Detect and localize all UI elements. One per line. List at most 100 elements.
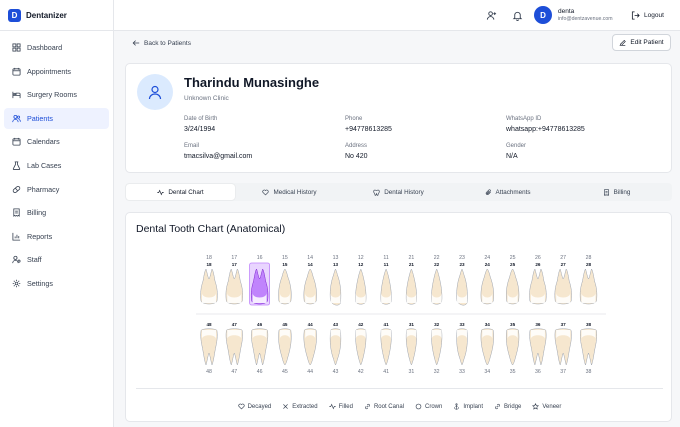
lower-outer-label: 32 [434,369,440,375]
tooth-15[interactable] [278,268,292,305]
upper-inner-label: 26 [535,262,541,267]
pulse-icon [328,403,336,410]
upper-outer-label: 18 [206,255,212,261]
calendar-icon [12,67,21,76]
sidebar-item-label: Reports [27,231,53,241]
whatsapp-label: WhatsApp ID [506,116,542,122]
arrow-left-icon [132,40,140,46]
tooth-36[interactable] [529,328,547,366]
tooth-44[interactable] [303,328,317,366]
upper-outer-label: 17 [231,255,237,261]
tab-billing[interactable]: Billing [562,184,671,200]
lower-inner-label: 32 [434,322,440,327]
tooth-25[interactable] [505,268,520,305]
chart-icon [12,232,21,241]
lower-outer-label: 46 [257,369,263,375]
tooth-31[interactable] [405,328,417,366]
upper-outer-label: 15 [282,255,288,261]
tooth-41[interactable] [380,328,392,366]
tooth-11[interactable] [380,268,392,305]
address-value: No 420 [345,153,368,160]
sidebar-item-label: Pharmacy [27,184,60,194]
tooth-46[interactable] [251,328,269,366]
x-icon [283,404,289,409]
lower-inner-label: 48 [206,322,212,327]
bell-icon[interactable] [512,10,523,21]
tab-medical-history[interactable]: Medical History [235,184,344,200]
sidebar-item-label: Surgery Rooms [27,90,77,100]
logout-label: Logout [644,12,664,19]
sidebar-item-billing[interactable]: Billing [4,202,109,223]
tooth-45[interactable] [278,328,292,366]
tooth-47[interactable] [225,328,243,366]
tooth-37[interactable] [554,328,572,366]
sidebar-item-pharmacy[interactable]: Pharmacy [4,179,109,200]
add-user-icon[interactable] [486,10,497,21]
heart-outline-icon [238,403,245,410]
tooth-38[interactable] [580,328,597,366]
lower-inner-label: 44 [308,322,314,327]
lower-outer-label: 31 [409,369,415,375]
tab-attachments[interactable]: Attachments [453,184,562,200]
lower-outer-label: 34 [484,369,490,375]
tooth-24[interactable] [480,268,494,305]
tooth-48[interactable] [200,328,218,366]
tooth-27[interactable] [554,268,572,305]
lower-inner-label: 37 [561,322,567,327]
logout-button[interactable]: Logout [631,11,664,20]
upper-inner-label: 21 [409,262,415,267]
sidebar-item-dashboard[interactable]: Dashboard [4,37,109,58]
tooth-23[interactable] [456,268,468,306]
sidebar-item-staff[interactable]: Staff [4,249,109,270]
receipt-icon [13,208,20,218]
email-value: tmacsilva@gmail.com [184,153,253,160]
tab-label: Dental History [384,188,424,196]
upper-inner-label: 11 [384,262,389,267]
tooth-16[interactable] [249,262,271,306]
tooth-22[interactable] [431,268,443,305]
tooth-32[interactable] [431,328,443,366]
legend-bridge: Bridge [494,403,521,410]
edit-patient-button[interactable]: Edit Patient [612,34,671,51]
back-to-patients-link[interactable]: Back to Patients [132,39,191,47]
sidebar-item-surgery-rooms[interactable]: Surgery Rooms [4,84,109,105]
upper-outer-label: 21 [409,255,415,261]
tooth-28[interactable] [579,268,598,305]
tooth-21[interactable] [405,268,417,305]
tooth-43[interactable] [329,328,342,366]
tooth-35[interactable] [505,328,520,366]
lower-outer-label: 35 [510,369,516,375]
tooth-34[interactable] [480,328,494,366]
lower-outer-label: 41 [383,369,389,375]
pulse-icon [157,189,164,195]
bed-icon [12,91,21,99]
lower-inner-label: 42 [358,322,364,327]
sidebar-item-calendars[interactable]: Calendars [4,131,109,152]
tooth-17[interactable] [225,268,243,305]
grid-icon [12,43,21,52]
sidebar-item-lab-cases[interactable]: Lab Cases [4,155,109,176]
sidebar-item-appointments[interactable]: Appointments [4,61,109,82]
lower-inner-label: 34 [485,322,491,327]
lower-outer-label: 38 [586,369,592,375]
upper-inner-label: 28 [586,262,592,267]
user-avatar[interactable]: D [534,6,552,24]
tooth-18[interactable] [200,268,218,305]
tooth-33[interactable] [456,328,468,366]
tooth-14[interactable] [303,268,317,305]
tooth-26[interactable] [529,268,547,305]
tooth-42[interactable] [355,328,367,366]
tooth-12[interactable] [355,268,367,305]
tab-dental-chart[interactable]: Dental Chart [126,184,235,200]
sidebar-item-settings[interactable]: Settings [4,273,109,294]
sidebar-item-patients[interactable]: Patients [4,107,109,129]
tooth-13[interactable] [329,268,342,306]
upper-outer-label: 13 [333,255,339,261]
whatsapp-value: whatsapp:+94778613285 [506,126,585,133]
brand[interactable]: D Dentanizer [0,0,113,31]
legend-veneer: Veneer [532,403,561,410]
sidebar-item-reports[interactable]: Reports [4,226,109,247]
top-bar: D denta info@dentzavenue.com Logout [114,0,680,31]
tab-dental-history[interactable]: Dental History [344,184,453,200]
lower-outer-label: 33 [459,369,465,375]
